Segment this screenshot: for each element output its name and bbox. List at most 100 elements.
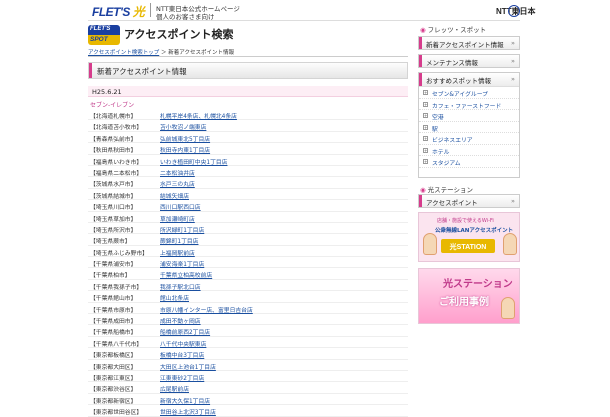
table-row: 【東京都板橋区】 板橋中台3丁目店 (88, 348, 408, 360)
shop-link[interactable]: 苫小牧沼ノ端東店 (160, 122, 206, 131)
recommended-item[interactable]: + ホテル (419, 145, 519, 156)
shop-link[interactable]: 所沢緑町1丁目店 (160, 225, 204, 234)
shop-link[interactable]: 江東東砂2丁目店 (160, 373, 204, 382)
prefecture-cell: 【福島県二本松市】 (90, 170, 143, 177)
btn-accent-bar (419, 195, 422, 207)
prefecture-cell: 【埼玉県ふじみ野市】 (90, 250, 148, 257)
table-row: 【千葉県成田市】 成田不動ヶ岡店 (88, 314, 408, 326)
breadcrumb: アクセスポイント検索トップ ＞ 新着アクセスポイント情報 (88, 48, 234, 56)
sidebar-access-point-label: アクセスポイント (426, 199, 478, 207)
category-label: セブン-イレブン (90, 102, 135, 109)
recommended-spots-heading[interactable]: おすすめスポット情報 » (419, 73, 519, 87)
btn-accent-bar (419, 73, 422, 86)
usage-case-banner[interactable]: 光ステーション ご利用事例 (418, 268, 520, 324)
table-row: 【埼玉県川口市】 西川口駅西口店 (88, 200, 408, 212)
heading-accent-bar (89, 63, 92, 78)
recommended-item-label: 空港 (432, 115, 444, 121)
table-row: 【千葉県我孫子市】 我孫子駅北口店 (88, 280, 408, 292)
shop-link[interactable]: 八千代中央駅東店 (160, 339, 206, 348)
chevron-right-icon: » (511, 197, 515, 205)
table-row: 【埼玉県蕨市】 蕨錦町1丁目店 (88, 234, 408, 246)
update-date: H25.6.21 (92, 88, 122, 96)
plus-icon: + (423, 113, 428, 118)
table-row: 【埼玉県草加市】 草加瀬崎町店 (88, 212, 408, 223)
page-title: アクセスポイント検索 (124, 28, 234, 41)
shop-link[interactable]: 浦安海楽1丁目店 (160, 259, 204, 268)
sidebar-new-ap-button[interactable]: 新着アクセスポイント情報 » (418, 36, 520, 50)
table-row: 【茨城県結城市】 結城矢畑店 (88, 189, 408, 201)
shop-link[interactable]: 世田谷上北沢3丁目店 (160, 407, 216, 416)
breadcrumb-rule (88, 56, 408, 57)
shop-link[interactable]: 札幌平岸4条店、札幌北4条店 (160, 111, 237, 120)
recommended-item[interactable]: + スタジアム (419, 156, 519, 168)
chevron-right-icon: » (511, 57, 515, 65)
shop-link[interactable]: 板橋中台3丁目店 (160, 350, 204, 359)
mascot-icon (503, 233, 517, 255)
date-bar: H25.6.21 (88, 86, 408, 97)
hikari-station-banner[interactable]: 店舗・施設で使えるWi-Fi 公衆無線LANアクセスポイント 光STATION (418, 212, 520, 262)
ntt-mark-icon (508, 5, 520, 17)
chevron-right-icon: » (511, 75, 515, 83)
table-row: 【福島県いわき市】 いわき植田町中央1丁目店 (88, 155, 408, 166)
recommended-item[interactable]: + 空港 (419, 110, 519, 122)
sidebar-maintenance-button[interactable]: メンテナンス情報 » (418, 54, 520, 68)
shop-link[interactable]: 新宿大久保1丁目店 (160, 396, 210, 405)
btn-accent-bar (419, 37, 422, 49)
shop-link[interactable]: 我孫子駅北口店 (160, 282, 201, 291)
shop-link[interactable]: 大田区上池台1丁目店 (160, 362, 216, 371)
shop-link[interactable]: 市原八幡インター店、富里日吉台店 (160, 305, 253, 314)
shop-link[interactable]: 蕨錦町1丁目店 (160, 236, 198, 245)
table-row: 【千葉県浦安市】 浦安海楽1丁目店 (88, 257, 408, 269)
prefecture-cell: 【千葉県館山市】 (90, 296, 137, 303)
shop-link[interactable]: 結城矢畑店 (160, 191, 189, 200)
prefecture-cell: 【埼玉県草加市】 (90, 216, 137, 223)
prefecture-cell: 【福島県いわき市】 (90, 159, 143, 166)
recommended-item-label: カフェ・ファーストフード (432, 103, 502, 110)
wifi-icon: ◉ (420, 26, 426, 34)
shop-link[interactable]: 広尾駅前店 (160, 384, 189, 393)
table-row: 【秋田県秋田市】 秋田寺内東1丁目店 (88, 143, 408, 155)
mascot-icon (501, 297, 515, 319)
shop-link[interactable]: 草加瀬崎町店 (160, 214, 195, 223)
mascot-icon (423, 233, 437, 255)
banner1-line1: 店舗・施設で使えるWi-Fi (437, 218, 494, 224)
recommended-item-label: スタジアム (432, 161, 461, 167)
recommended-spots-box: おすすめスポット情報 » + セブン&アイグループ + カフェ・ファーストフード + 空港… (418, 72, 520, 178)
prefecture-cell: 【北海道札幌市】 (90, 114, 137, 120)
sidebar-maintenance-label: メンテナンス情報 (426, 59, 478, 67)
shop-link[interactable]: 秋田寺内東1丁目店 (160, 145, 210, 154)
plus-icon: + (423, 136, 428, 141)
prefecture-cell: 【東京都渋谷区】 (90, 387, 137, 394)
table-row: 【東京都世田谷区】 世田谷上北沢3丁目店 (88, 405, 408, 417)
recommended-item[interactable]: + 駅 (419, 122, 519, 133)
recommended-item-label: ビジネスエリア (432, 138, 473, 144)
prefecture-cell: 【東京都江東区】 (90, 375, 137, 382)
shop-link[interactable]: いわき植田町中央1丁目店 (160, 157, 227, 166)
recommended-item[interactable]: + カフェ・ファーストフード (419, 99, 519, 110)
prefecture-cell: 【東京都世田谷区】 (90, 410, 143, 417)
shop-link[interactable]: 千葉県立柏高校前店 (160, 270, 212, 279)
prefecture-cell: 【千葉県成田市】 (90, 319, 137, 326)
sidebar-access-point-button[interactable]: アクセスポイント » (418, 194, 520, 208)
shop-link[interactable]: 水戸三の丸店 (160, 179, 195, 188)
banner1-line2: 公衆無線LANアクセスポイント (435, 228, 514, 234)
table-row: 【千葉県市原市】 市原八幡インター店、富里日吉台店 (88, 303, 408, 315)
shop-link[interactable]: 成田不動ヶ岡店 (160, 316, 201, 325)
table-row: 【千葉県館山市】 館山北条店 (88, 291, 408, 303)
recommended-item-label: 駅 (432, 126, 438, 133)
hikari-station-label: ◉ 光ステーション (420, 186, 474, 194)
shop-link[interactable]: 二本松油井店 (160, 168, 195, 177)
shop-link[interactable]: 西川口駅西口店 (160, 202, 201, 211)
banner1-line3: 光STATION (441, 239, 495, 253)
prefecture-cell: 【東京都大田区】 (90, 364, 137, 371)
banner2-line2: ご利用事例 (439, 297, 489, 308)
shop-link[interactable]: 館山北条店 (160, 293, 189, 302)
flets-hikari-logo[interactable]: FLET'S 光 (92, 3, 145, 20)
shop-link[interactable]: 船橋前原西2丁目店 (160, 327, 210, 336)
shop-link[interactable]: 上福岡駅前店 (160, 248, 195, 257)
shop-link[interactable]: 弘前城東北5丁目店 (160, 134, 210, 143)
spot-logo-bottom: SPOT (88, 35, 120, 45)
recommended-item[interactable]: + セブン&アイグループ (419, 87, 519, 99)
recommended-item[interactable]: + ビジネスエリア (419, 133, 519, 145)
prefecture-cell: 【茨城県水戸市】 (90, 182, 137, 189)
